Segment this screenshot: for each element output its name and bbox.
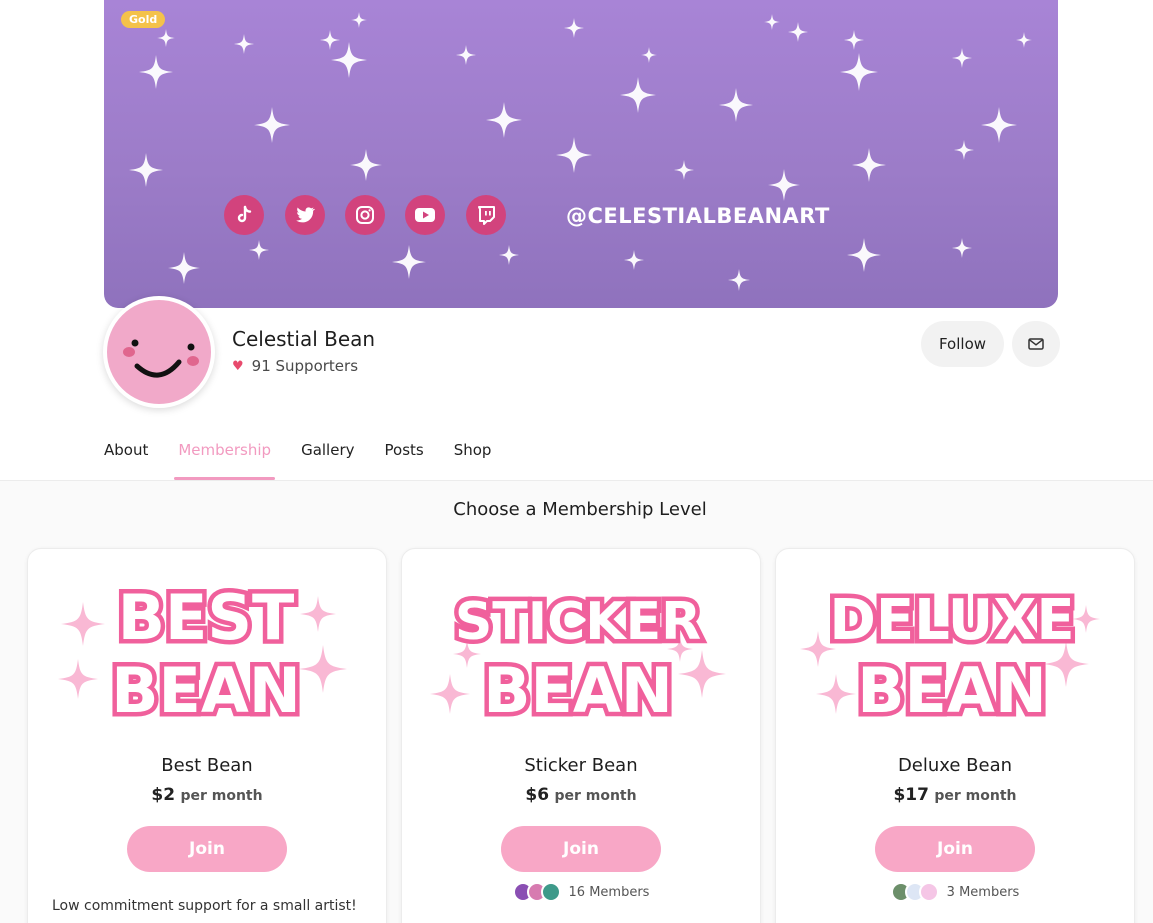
mail-icon: [1028, 338, 1044, 350]
tier-art-line2: BEAN: [111, 654, 300, 727]
join-button[interactable]: Join: [501, 826, 661, 872]
tier-name: Deluxe Bean: [897, 755, 1013, 776]
join-button[interactable]: Join: [127, 826, 287, 872]
tier-art-line2: BEAN: [483, 654, 672, 727]
tier-card-best-bean: BEST BEAN Best Bean $2 per month Join Lo…: [27, 548, 387, 923]
members-count: 16 Members: [568, 884, 650, 900]
member-avatar: [918, 882, 939, 902]
tier-art-line2: BEAN: [857, 654, 1046, 727]
tier-name: Best Bean: [161, 755, 253, 776]
membership-title: Choose a Membership Level: [453, 499, 707, 520]
tier-members: 16 Members: [402, 882, 760, 902]
tier-price-amount: $2: [151, 785, 176, 805]
tier-price-amount: $17: [893, 785, 929, 805]
heart-icon: ♥: [232, 358, 244, 374]
social-handle: @CELESTIALBEANART: [566, 204, 830, 228]
tab-gallery[interactable]: Gallery: [301, 441, 354, 481]
tabs-divider: [0, 480, 1153, 481]
sparkle-pattern: [129, 12, 1032, 291]
supporters-count: ♥ 91 Supporters: [232, 357, 358, 375]
tier-art-line1: BEST: [118, 581, 295, 654]
profile-tabs: About Membership Gallery Posts Shop: [104, 441, 521, 481]
profile-name: Celestial Bean: [232, 327, 376, 351]
tier-card-deluxe-bean: DELUXE BEAN Deluxe Bean $17 per month Jo…: [775, 548, 1135, 923]
tiktok-icon[interactable]: [224, 195, 264, 235]
supporters-label: 91 Supporters: [251, 357, 359, 375]
instagram-icon[interactable]: [345, 195, 385, 235]
tier-description: Low commitment support for a small artis…: [52, 898, 357, 914]
tier-card-sticker-bean: STICKER BEAN Sticker Bean $6 per month J…: [401, 548, 761, 923]
twitter-icon[interactable]: [285, 195, 325, 235]
avatar: [103, 296, 215, 408]
tier-art: BEST BEAN: [58, 577, 347, 732]
message-button[interactable]: [1012, 321, 1060, 367]
tier-name: Sticker Bean: [524, 755, 638, 776]
tier-art-line1: DELUXE: [829, 588, 1074, 653]
profile-banner: Gold @CELESTIALBEANART: [104, 0, 1058, 308]
tier-price-amount: $6: [525, 785, 550, 805]
tier-art-line1: STICKER: [455, 592, 701, 652]
tab-membership[interactable]: Membership: [174, 441, 275, 481]
tier-price-period: per month: [554, 788, 637, 804]
tier-art: DELUXE BEAN: [800, 584, 1100, 732]
members-count: 3 Members: [946, 884, 1020, 900]
tab-shop[interactable]: Shop: [454, 441, 492, 481]
tab-posts[interactable]: Posts: [385, 441, 424, 481]
tier-price: $2 per month: [28, 785, 386, 805]
tier-price-period: per month: [934, 788, 1017, 804]
tier-price: $6 per month: [402, 785, 760, 805]
member-avatar: [540, 882, 561, 902]
member-avatars: [512, 882, 561, 902]
tab-about[interactable]: About: [104, 441, 148, 481]
tier-art: STICKER BEAN: [430, 588, 726, 732]
join-button[interactable]: Join: [875, 826, 1035, 872]
member-avatars: [890, 882, 939, 902]
follow-button[interactable]: Follow: [921, 321, 1004, 367]
tier-members: 3 Members: [776, 882, 1134, 902]
youtube-icon[interactable]: [405, 195, 445, 235]
twitch-icon[interactable]: [466, 195, 506, 235]
tier-price: $17 per month: [776, 785, 1134, 805]
tier-price-period: per month: [180, 788, 263, 804]
gold-badge: Gold: [121, 11, 166, 28]
